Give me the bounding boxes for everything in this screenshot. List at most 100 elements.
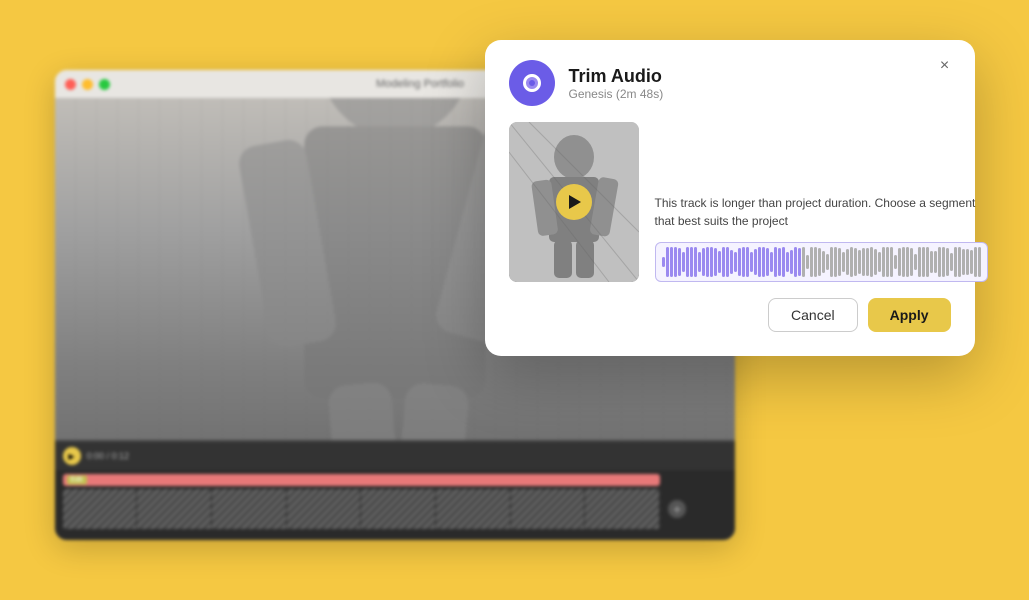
modal-close-button[interactable]: ×: [933, 54, 957, 78]
waveform-bar-79: [978, 247, 981, 277]
modal-info-text: This track is longer than project durati…: [655, 194, 988, 230]
modal-subtitle: Genesis (2m 48s): [569, 87, 664, 101]
waveform-bar-72: [950, 253, 953, 271]
app-title: Modeling Portfolio: [376, 78, 464, 90]
timeline-frame-5: [361, 489, 436, 529]
waveform-bar-65: [922, 247, 925, 277]
waveform-bar-63: [914, 254, 917, 270]
waveform-bar-70: [942, 247, 945, 277]
waveform-bar-25: [762, 247, 765, 277]
waveform-bar-17: [730, 250, 733, 275]
timeline-frame-6: [436, 489, 511, 529]
waveform-bar-20: [742, 247, 745, 277]
vinyl-icon: [523, 74, 541, 92]
waveform-bar-76: [966, 249, 969, 275]
waveform-bar-38: [814, 247, 817, 277]
waveform-bar-11: [706, 247, 709, 277]
waveform-bar-10: [702, 248, 705, 275]
waveform-bar-62: [910, 248, 913, 277]
waveform-bar-54: [878, 252, 881, 272]
waveform-bar-9: [698, 252, 701, 273]
waveform-bar-42: [830, 247, 833, 277]
timeline-track-label: Edit: [67, 476, 87, 485]
waveform-bar-74: [958, 247, 961, 277]
waveform-bar-46: [846, 249, 849, 275]
modal-title-group: Trim Audio Genesis (2m 48s): [569, 66, 664, 101]
trim-audio-modal: × Trim Audio Genesis (2m 48s): [485, 40, 975, 356]
waveform-bar-3: [674, 247, 677, 277]
waveform-bar-41: [826, 254, 829, 271]
timeline-frame-2: [137, 489, 212, 529]
waveform-bar-37: [810, 247, 813, 277]
waveform-bar-58: [894, 255, 897, 270]
waveform-bar-23: [754, 249, 757, 275]
waveform-bar-5: [682, 252, 685, 272]
waveform-bar-73: [954, 247, 957, 277]
waveform-bar-57: [890, 247, 893, 277]
timeline-video-track: [63, 489, 661, 529]
waveform-bar-33: [794, 247, 797, 277]
waveform-bar-67: [930, 251, 933, 273]
traffic-light-yellow[interactable]: [82, 79, 93, 90]
modal-icon: [509, 60, 555, 106]
waveform-bar-0: [662, 257, 665, 267]
waveform-bar-24: [758, 247, 761, 277]
waveform-bar-56: [886, 247, 889, 277]
modal-footer: Cancel Apply: [509, 298, 951, 332]
timeline-add-button[interactable]: +: [668, 500, 686, 518]
waveform-bar-52: [870, 247, 873, 277]
modal-title: Trim Audio: [569, 66, 664, 87]
waveform-bar-26: [766, 248, 769, 275]
waveform-bar-28: [774, 247, 777, 277]
waveform-bar-61: [906, 247, 909, 277]
waveform-bar-8: [694, 247, 697, 277]
waveform-bar-14: [718, 251, 721, 273]
waveform-bar-68: [934, 251, 937, 273]
timeline-tracks: Edit: [55, 470, 735, 533]
cancel-button[interactable]: Cancel: [768, 298, 858, 332]
traffic-light-red[interactable]: [65, 79, 76, 90]
waveform-bar-75: [962, 249, 965, 274]
waveform-bar-16: [726, 247, 729, 277]
timeline-toolbar: ▶ 0:00 / 0:12: [55, 442, 735, 470]
waveform-bar-60: [902, 247, 905, 277]
waveform-bar-78: [974, 247, 977, 277]
waveform-bar-35: [802, 247, 805, 277]
waveform-bar-34: [798, 248, 801, 276]
waveform-bar-2: [670, 247, 673, 277]
modal-header: Trim Audio Genesis (2m 48s): [509, 60, 951, 106]
waveform-bar-71: [946, 248, 949, 276]
waveform-bar-1: [666, 247, 669, 277]
waveform-bar-44: [838, 248, 841, 277]
waveform-bar-50: [862, 248, 865, 275]
waveform-bar-40: [822, 251, 825, 274]
waveform-bar-53: [874, 249, 877, 274]
waveform-bar-64: [918, 247, 921, 277]
play-button-overlay[interactable]: [556, 184, 592, 220]
waveform-bar-55: [882, 247, 885, 276]
waveform-bar-4: [678, 248, 681, 275]
waveform-bar-66: [926, 247, 929, 277]
modal-body: This track is longer than project durati…: [509, 122, 951, 282]
waveform-bar-6: [686, 247, 689, 277]
waveform-bar-22: [750, 252, 753, 272]
traffic-light-green[interactable]: [99, 79, 110, 90]
timeline-audio-track: Edit: [63, 474, 661, 486]
apply-button[interactable]: Apply: [868, 298, 951, 332]
waveform-container[interactable]: [655, 242, 988, 282]
timeline-play-button[interactable]: ▶: [63, 447, 81, 465]
waveform-bar-31: [786, 252, 789, 271]
waveform-bar-7: [690, 247, 693, 277]
outer-container: Modeling Portfolio: [55, 40, 975, 560]
waveform-bar-59: [898, 248, 901, 276]
waveform-bar-47: [850, 247, 853, 277]
modal-thumbnail: [509, 122, 639, 282]
timeline-frame-1: [63, 489, 138, 529]
waveform-bar-12: [710, 247, 713, 276]
waveform-bar-51: [866, 248, 869, 277]
timeline-frame-4: [287, 489, 362, 529]
waveform-bar-36: [806, 255, 809, 269]
waveform-bar-21: [746, 247, 749, 277]
waveform-bar-69: [938, 247, 941, 277]
vinyl-center: [529, 80, 535, 86]
